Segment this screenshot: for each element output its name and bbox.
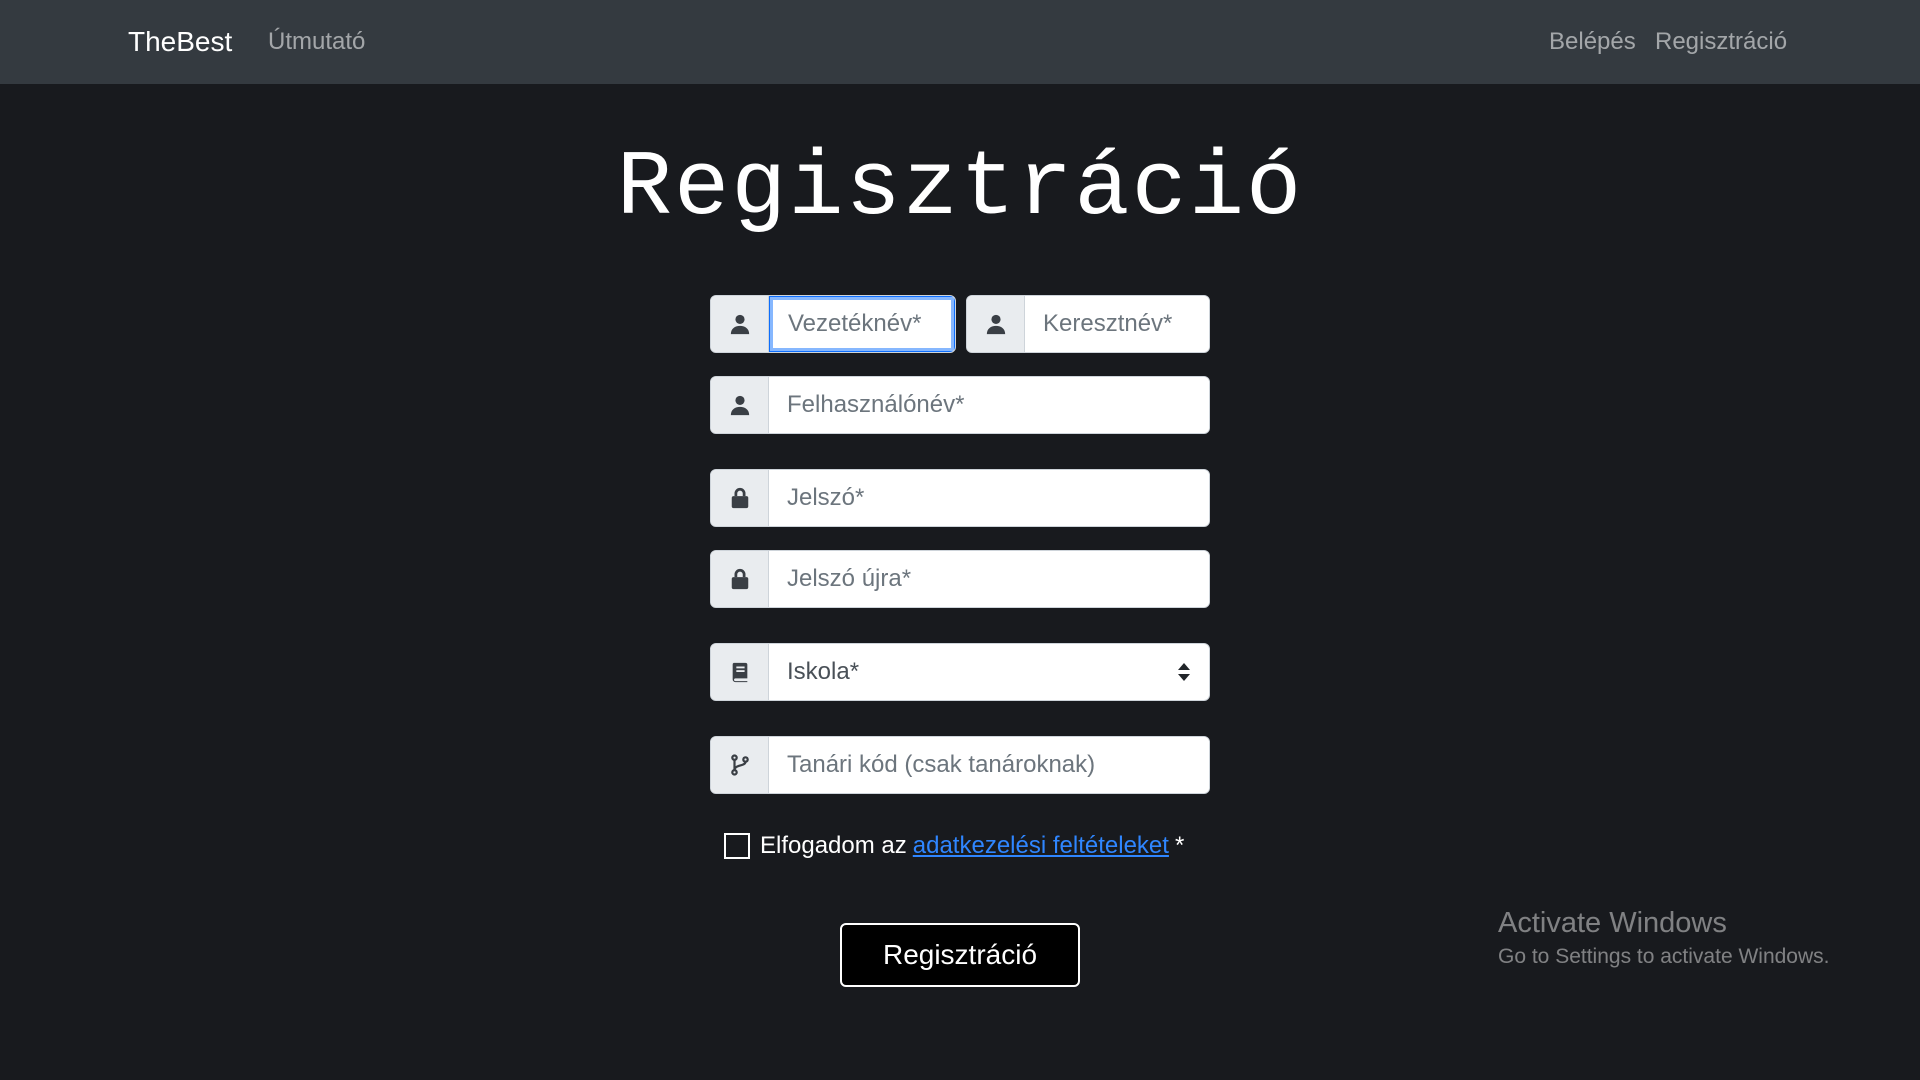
terms-row: Elfogadom az adatkezelési feltételeket * — [724, 826, 1184, 866]
terms-checkbox[interactable] — [724, 833, 750, 859]
school-group: Iskola* — [710, 643, 1210, 701]
last-name-input[interactable] — [769, 296, 955, 352]
school-select[interactable]: Iskola* — [769, 644, 1209, 700]
top-navbar: TheBest Útmutató Belépés Regisztráció — [0, 0, 1920, 84]
user-icon — [711, 296, 769, 352]
terms-required-mark: * — [1174, 832, 1185, 859]
book-icon — [711, 644, 769, 700]
teacher-code-input[interactable] — [769, 737, 1209, 793]
watermark-title: Activate Windows — [1498, 907, 1727, 939]
windows-activation-watermark: Activate Windows Go to Settings to activ… — [1498, 904, 1830, 972]
username-input[interactable] — [769, 377, 1209, 433]
first-name-group — [966, 295, 1210, 353]
sort-arrows-icon — [1178, 663, 1190, 681]
password-again-input[interactable] — [769, 551, 1209, 607]
user-icon — [967, 296, 1025, 352]
watermark-subtitle: Go to Settings to activate Windows. — [1498, 945, 1830, 968]
code-branch-icon — [711, 737, 769, 793]
password-group — [710, 469, 1210, 527]
terms-label: Elfogadom az — [760, 832, 907, 859]
user-icon — [711, 377, 769, 433]
register-submit-button[interactable]: Regisztráció — [840, 923, 1080, 987]
lock-icon — [711, 470, 769, 526]
school-select-value: Iskola* — [787, 658, 860, 685]
last-name-group — [710, 295, 956, 353]
nav-register-link[interactable]: Regisztráció — [1655, 0, 1787, 84]
teacher-code-group — [710, 736, 1210, 794]
first-name-input[interactable] — [1025, 296, 1209, 352]
password-again-group — [710, 550, 1210, 608]
brand-link[interactable]: TheBest — [128, 0, 232, 84]
lock-icon — [711, 551, 769, 607]
username-group — [710, 376, 1210, 434]
password-input[interactable] — [769, 470, 1209, 526]
page-title: Regisztráció — [616, 136, 1304, 241]
terms-link[interactable]: adatkezelési feltételeket — [913, 832, 1169, 860]
nav-login-link[interactable]: Belépés — [1549, 0, 1636, 84]
nav-guide-link[interactable]: Útmutató — [268, 0, 365, 84]
